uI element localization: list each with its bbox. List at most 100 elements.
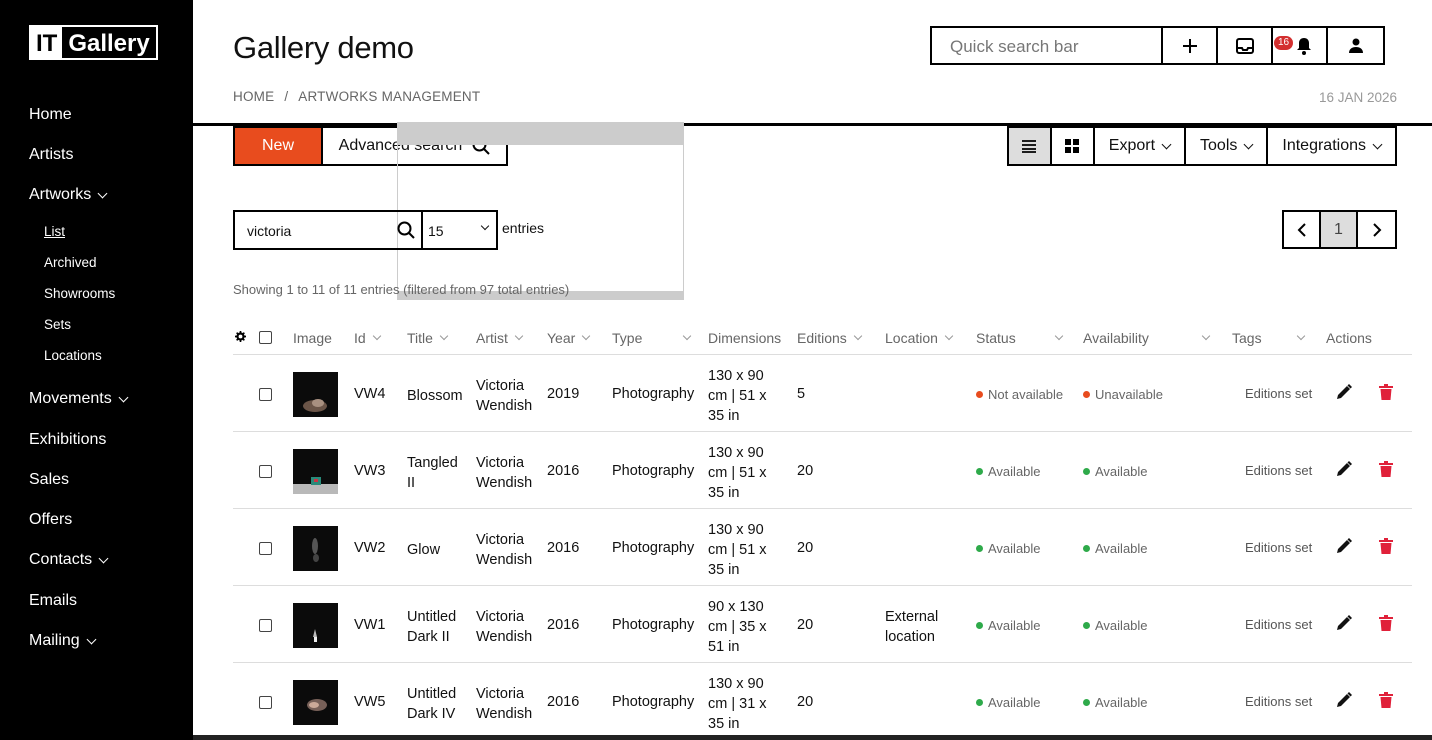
sidebar-item-emails[interactable]: Emails bbox=[29, 592, 77, 610]
cell-line: Glow bbox=[407, 542, 441, 558]
sidebar-subitem-sets[interactable]: Sets bbox=[44, 317, 71, 332]
tag-label[interactable]: Editions set bbox=[1245, 386, 1312, 401]
table-header: Image Id Title Artist Year Type Dimensio… bbox=[233, 322, 1412, 355]
delete-button[interactable] bbox=[1379, 461, 1393, 481]
tag-label[interactable]: Editions set bbox=[1245, 540, 1312, 555]
sidebar-item-label: Artists bbox=[29, 146, 74, 163]
breadcrumb-home[interactable]: HOME bbox=[233, 89, 274, 104]
table-row[interactable]: VW4 Blossom Victoria Wendish 2019 Photography… bbox=[233, 355, 1412, 432]
row-checkbox[interactable] bbox=[259, 465, 272, 478]
column-location[interactable]: Location bbox=[885, 330, 954, 346]
column-type[interactable]: Type bbox=[612, 330, 692, 346]
sidebar-item-artists[interactable]: Artists bbox=[29, 146, 73, 164]
artwork-id[interactable]: VW5 bbox=[354, 694, 385, 710]
tag-label[interactable]: Editions set bbox=[1245, 463, 1312, 478]
select-all-checkbox[interactable] bbox=[259, 331, 272, 344]
artwork-thumbnail[interactable] bbox=[293, 526, 338, 571]
table-row[interactable]: VW5 Untitled Dark IV Victoria Wendish 2016 Pho… bbox=[233, 663, 1412, 740]
cell-line: Victoria bbox=[476, 686, 525, 702]
page-size-select[interactable]: 15 bbox=[421, 210, 498, 250]
list-view-button[interactable] bbox=[1008, 128, 1052, 164]
next-page-button[interactable] bbox=[1358, 212, 1395, 247]
edit-button[interactable] bbox=[1335, 691, 1353, 713]
artwork-thumbnail[interactable] bbox=[293, 449, 338, 494]
grid-view-button[interactable] bbox=[1052, 128, 1095, 164]
sidebar-subitem-archived[interactable]: Archived bbox=[44, 255, 97, 270]
inbox-button[interactable] bbox=[1218, 28, 1273, 63]
column-id[interactable]: Id bbox=[354, 330, 381, 346]
artwork-artist[interactable]: Victoria Wendish bbox=[476, 607, 532, 647]
artwork-thumbnail[interactable] bbox=[293, 680, 338, 725]
tag-label[interactable]: Editions set bbox=[1245, 694, 1312, 709]
edit-button[interactable] bbox=[1335, 537, 1353, 559]
tag-label[interactable]: Editions set bbox=[1245, 617, 1312, 632]
user-menu-button[interactable] bbox=[1328, 28, 1383, 63]
column-availability[interactable]: Availability bbox=[1083, 330, 1211, 346]
edit-button[interactable] bbox=[1335, 460, 1353, 482]
row-checkbox[interactable] bbox=[259, 696, 272, 709]
delete-button[interactable] bbox=[1379, 538, 1393, 558]
logo[interactable]: IT Gallery bbox=[29, 25, 158, 60]
logo-part-1: IT bbox=[31, 27, 63, 58]
artwork-artist[interactable]: Victoria Wendish bbox=[476, 453, 532, 493]
sidebar-item-offers[interactable]: Offers bbox=[29, 511, 72, 529]
sidebar-subitem-showrooms[interactable]: Showrooms bbox=[44, 286, 115, 301]
artwork-title[interactable]: Blossom bbox=[407, 386, 463, 406]
column-status[interactable]: Status bbox=[976, 330, 1064, 346]
cell-line: Victoria bbox=[476, 378, 525, 394]
edit-button[interactable] bbox=[1335, 383, 1353, 405]
breadcrumb-current[interactable]: ARTWORKS MANAGEMENT bbox=[298, 89, 480, 104]
artwork-thumbnail[interactable] bbox=[293, 603, 338, 648]
sidebar-item-home[interactable]: Home bbox=[29, 106, 72, 124]
tools-dropdown[interactable]: Tools bbox=[1186, 128, 1269, 164]
column-year[interactable]: Year bbox=[547, 330, 591, 346]
delete-button[interactable] bbox=[1379, 692, 1393, 712]
sort-icon bbox=[944, 331, 954, 341]
artwork-artist[interactable]: Victoria Wendish bbox=[476, 530, 532, 570]
artwork-dimensions: 130 x 90 cm | 51 x 35 in bbox=[708, 520, 767, 580]
sidebar-item-sales[interactable]: Sales bbox=[29, 471, 69, 489]
artwork-thumbnail[interactable] bbox=[293, 372, 338, 417]
table-search-input[interactable]: victoria bbox=[233, 210, 423, 250]
row-checkbox[interactable] bbox=[259, 388, 272, 401]
sidebar-item-mailing[interactable]: Mailing bbox=[29, 632, 97, 650]
artwork-title[interactable]: Glow bbox=[407, 540, 440, 560]
artwork-artist[interactable]: Victoria Wendish bbox=[476, 376, 532, 416]
edit-button[interactable] bbox=[1335, 614, 1353, 636]
sidebar-item-artworks[interactable]: Artworks bbox=[29, 186, 108, 204]
artwork-id[interactable]: VW4 bbox=[354, 386, 385, 402]
delete-button[interactable] bbox=[1379, 615, 1393, 635]
sidebar-item-contacts[interactable]: Contacts bbox=[29, 551, 109, 569]
table-row[interactable]: VW2 Glow Victoria Wendish 2016 Photography 130… bbox=[233, 509, 1412, 586]
add-button[interactable] bbox=[1163, 28, 1218, 63]
sidebar-subitem-list[interactable]: List bbox=[44, 224, 65, 239]
current-page-button[interactable]: 1 bbox=[1321, 212, 1358, 247]
artwork-title[interactable]: Untitled Dark IV bbox=[407, 684, 456, 724]
export-dropdown[interactable]: Export bbox=[1095, 128, 1187, 164]
new-button[interactable]: New bbox=[233, 126, 323, 166]
sidebar-item-movements[interactable]: Movements bbox=[29, 390, 129, 408]
row-checkbox[interactable] bbox=[259, 619, 272, 632]
quick-search-input[interactable]: Quick search bar bbox=[932, 28, 1163, 63]
artwork-title[interactable]: Tangled II bbox=[407, 453, 458, 493]
sidebar-subitem-locations[interactable]: Locations bbox=[44, 348, 102, 363]
artwork-artist[interactable]: Victoria Wendish bbox=[476, 684, 532, 724]
integrations-dropdown[interactable]: Integrations bbox=[1268, 128, 1395, 164]
column-artist[interactable]: Artist bbox=[476, 330, 524, 346]
sidebar-item-exhibitions[interactable]: Exhibitions bbox=[29, 431, 106, 449]
column-editions[interactable]: Editions bbox=[797, 330, 863, 346]
artwork-id[interactable]: VW2 bbox=[354, 540, 385, 556]
column-title[interactable]: Title bbox=[407, 330, 449, 346]
row-checkbox[interactable] bbox=[259, 542, 272, 555]
artwork-title[interactable]: Untitled Dark II bbox=[407, 607, 456, 647]
prev-page-button[interactable] bbox=[1284, 212, 1321, 247]
column-tags[interactable]: Tags bbox=[1232, 330, 1306, 346]
table-row[interactable]: VW1 Untitled Dark II Victoria Wendish 2016 Pho… bbox=[233, 586, 1412, 663]
column-settings-button[interactable] bbox=[235, 331, 246, 342]
notifications-button[interactable]: 16 bbox=[1273, 28, 1328, 63]
artwork-id[interactable]: VW3 bbox=[354, 463, 385, 479]
artwork-id[interactable]: VW1 bbox=[354, 617, 385, 633]
list-view-icon bbox=[1022, 140, 1037, 153]
delete-button[interactable] bbox=[1379, 384, 1393, 404]
table-row[interactable]: VW3 Tangled II Victoria Wendish 2016 Photograp… bbox=[233, 432, 1412, 509]
